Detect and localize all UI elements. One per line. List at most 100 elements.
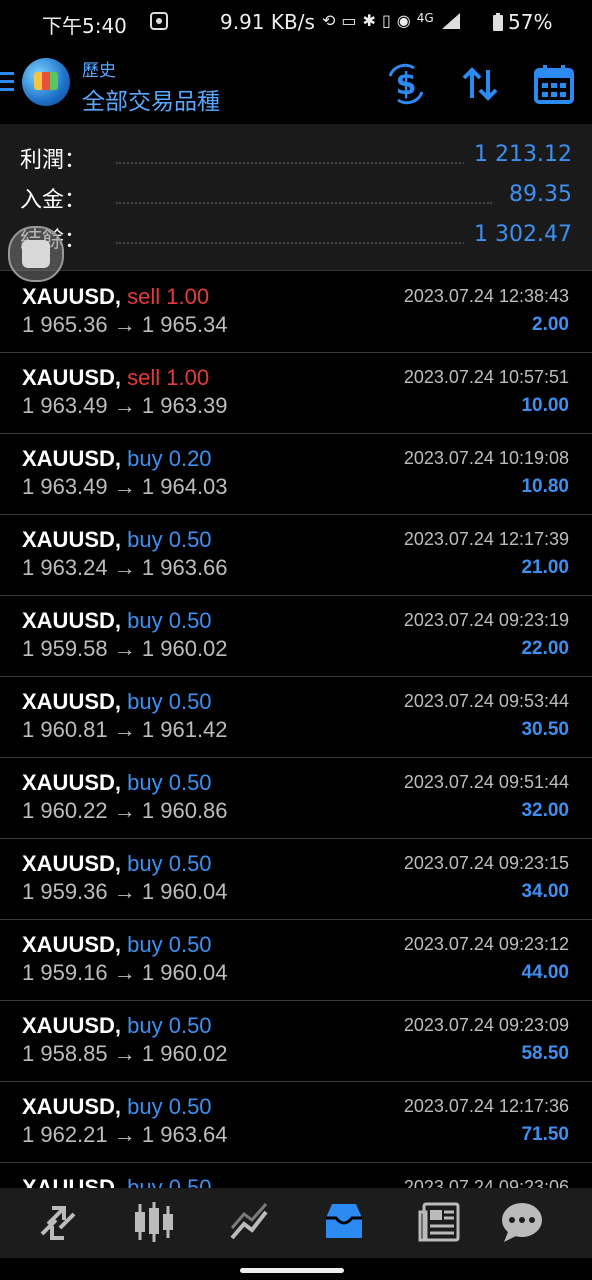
trade-symbol: XAUUSD,: [22, 851, 122, 876]
balance-value: 1 302.47: [464, 222, 572, 247]
open-price: 1 963.49: [22, 474, 108, 499]
trade-row[interactable]: XAUUSD, buy 0.50 1 959.58 → 1 960.02 2023.…: [0, 596, 592, 677]
trade-profit: 44.00: [521, 962, 569, 983]
battery-icon: [493, 13, 503, 31]
trade-row[interactable]: XAUUSD, buy 0.20 1 963.49 → 1 964.03 2023.…: [0, 434, 592, 515]
trade-row[interactable]: XAUUSD, buy 0.50 1 960.81 → 1 961.42 2023.…: [0, 677, 592, 758]
trade-time: 2023.07.24 10:57:51: [403, 367, 569, 387]
battery: 57%: [492, 10, 552, 34]
trade-symbol: XAUUSD,: [22, 770, 122, 795]
trade-list[interactable]: XAUUSD, sell 1.00 1 965.36 → 1 965.34 2023…: [0, 272, 592, 1188]
calendar-icon[interactable]: [532, 62, 576, 106]
dotted-leader: [116, 242, 492, 244]
trade-symbol-line: XAUUSD, buy 0.50: [22, 1175, 212, 1188]
open-price: 1 960.22: [22, 798, 108, 823]
trade-profit: 10.00: [521, 395, 569, 416]
close-price: 1 964.03: [141, 474, 228, 499]
currency-exchange-icon[interactable]: $: [384, 62, 428, 106]
trade-row[interactable]: XAUUSD, buy 0.50 1 958.85 → 1 960.02 2023.…: [0, 1001, 592, 1082]
status-time: 下午5:40: [42, 14, 127, 38]
trade-prices: 1 963.49 → 1 963.39: [22, 393, 228, 419]
trade-icon[interactable]: [226, 1200, 274, 1244]
trade-prices: 1 959.36 → 1 960.04: [22, 879, 228, 905]
bottom-nav: [0, 1188, 592, 1258]
close-price: 1 961.42: [141, 717, 228, 742]
trade-side: sell 1.00: [127, 284, 210, 309]
profit-value: 1 213.12: [464, 142, 572, 167]
screen-record-icon: [150, 12, 168, 30]
trade-time: 2023.07.24 09:51:44: [403, 772, 569, 792]
page-title[interactable]: 全部交易品種: [82, 82, 220, 116]
trade-time: 2023.07.24 10:19:08: [403, 448, 569, 468]
trade-profit: 58.50: [521, 1043, 569, 1064]
trade-symbol-line: XAUUSD, buy 0.50: [22, 932, 212, 958]
trade-row[interactable]: XAUUSD, buy 0.50 1 959.16 → 1 960.04 2023.…: [0, 920, 592, 1001]
trade-side: buy 0.50: [127, 1094, 212, 1119]
trade-symbol-line: XAUUSD, sell 1.00: [22, 284, 209, 310]
trade-row[interactable]: XAUUSD, buy 0.50 2023.07.24 09:23:06: [0, 1163, 592, 1188]
menu-icon[interactable]: [0, 72, 14, 94]
trade-row[interactable]: XAUUSD, buy 0.50 1 959.36 → 1 960.04 2023.…: [0, 839, 592, 920]
close-price: 1 963.39: [141, 393, 228, 418]
trade-row[interactable]: XAUUSD, buy 0.50 1 963.24 → 1 963.66 2023.…: [0, 515, 592, 596]
deposit-value: 89.35: [499, 182, 572, 207]
arrow-icon: →: [113, 312, 136, 337]
trade-symbol: XAUUSD,: [22, 689, 122, 714]
arrow-icon: →: [113, 474, 136, 499]
trade-symbol-line: XAUUSD, sell 1.00: [22, 365, 209, 391]
open-price: 1 963.49: [22, 393, 108, 418]
trade-symbol-line: XAUUSD, buy 0.50: [22, 527, 212, 553]
trade-symbol-line: XAUUSD, buy 0.20: [22, 446, 212, 472]
trade-symbol-line: XAUUSD, buy 0.50: [22, 689, 212, 715]
close-price: 1 960.02: [141, 636, 228, 661]
trade-profit: 2.00: [532, 314, 569, 335]
profit-row: 利潤： 1 213.12: [0, 136, 592, 176]
trade-profit: 32.00: [521, 800, 569, 821]
open-price: 1 958.85: [22, 1041, 108, 1066]
trade-symbol: XAUUSD,: [22, 608, 122, 633]
chart-icon[interactable]: [130, 1200, 178, 1244]
trade-prices: 1 959.58 → 1 960.02: [22, 636, 228, 662]
trade-symbol: XAUUSD,: [22, 365, 122, 390]
network-type: 4G: [416, 11, 434, 25]
trade-profit: 71.50: [521, 1124, 569, 1145]
trade-symbol-line: XAUUSD, buy 0.50: [22, 1013, 212, 1039]
trade-side: buy 0.50: [127, 851, 212, 876]
news-icon[interactable]: [416, 1200, 464, 1244]
trade-profit: 21.00: [521, 557, 569, 578]
arrow-icon: →: [113, 1122, 136, 1147]
trade-side: buy 0.50: [127, 689, 212, 714]
chat-icon[interactable]: [498, 1200, 546, 1244]
status-bar: 下午5:40 9.91 KB/s ⟲ ▭ ✱ ▯ ◉ 4G 57%: [0, 0, 592, 44]
open-price: 1 959.36: [22, 879, 108, 904]
dotted-leader: [116, 162, 492, 164]
hand-icon: [22, 240, 50, 268]
trade-time: 2023.07.24 09:23:19: [403, 610, 569, 630]
arrow-icon: →: [113, 636, 136, 661]
trade-row[interactable]: XAUUSD, buy 0.50 1 960.22 → 1 960.86 2023.…: [0, 758, 592, 839]
trade-row[interactable]: XAUUSD, buy 0.50 1 962.21 → 1 963.64 2023.…: [0, 1082, 592, 1163]
sort-icon[interactable]: [458, 62, 502, 106]
arrow-icon: →: [113, 393, 136, 418]
trade-time: 2023.07.24 09:23:09: [403, 1015, 569, 1035]
quotes-icon[interactable]: [34, 1200, 82, 1244]
history-icon[interactable]: [320, 1200, 368, 1244]
sync-icon: ⟲: [322, 11, 336, 30]
trade-row[interactable]: XAUUSD, sell 1.00 1 963.49 → 1 963.39 2023…: [0, 353, 592, 434]
trade-time: 2023.07.24 09:23:06: [403, 1177, 569, 1188]
app-bar: 歷史 全部交易品種 $: [0, 44, 592, 124]
trade-row[interactable]: XAUUSD, sell 1.00 1 965.36 → 1 965.34 2023…: [0, 272, 592, 353]
gesture-bar[interactable]: [240, 1268, 344, 1273]
close-price: 1 960.04: [141, 879, 228, 904]
arrow-icon: →: [113, 1041, 136, 1066]
svg-text:$: $: [396, 67, 417, 102]
trade-symbol: XAUUSD,: [22, 446, 122, 471]
trade-side: buy 0.20: [127, 446, 212, 471]
trade-side: buy 0.50: [127, 770, 212, 795]
close-price: 1 963.64: [141, 1122, 228, 1147]
trade-time: 2023.07.24 09:23:15: [403, 853, 569, 873]
trade-symbol-line: XAUUSD, buy 0.50: [22, 851, 212, 877]
trade-symbol: XAUUSD,: [22, 284, 122, 309]
bluetooth-icon: ✱: [362, 11, 376, 30]
trade-symbol-line: XAUUSD, buy 0.50: [22, 1094, 212, 1120]
